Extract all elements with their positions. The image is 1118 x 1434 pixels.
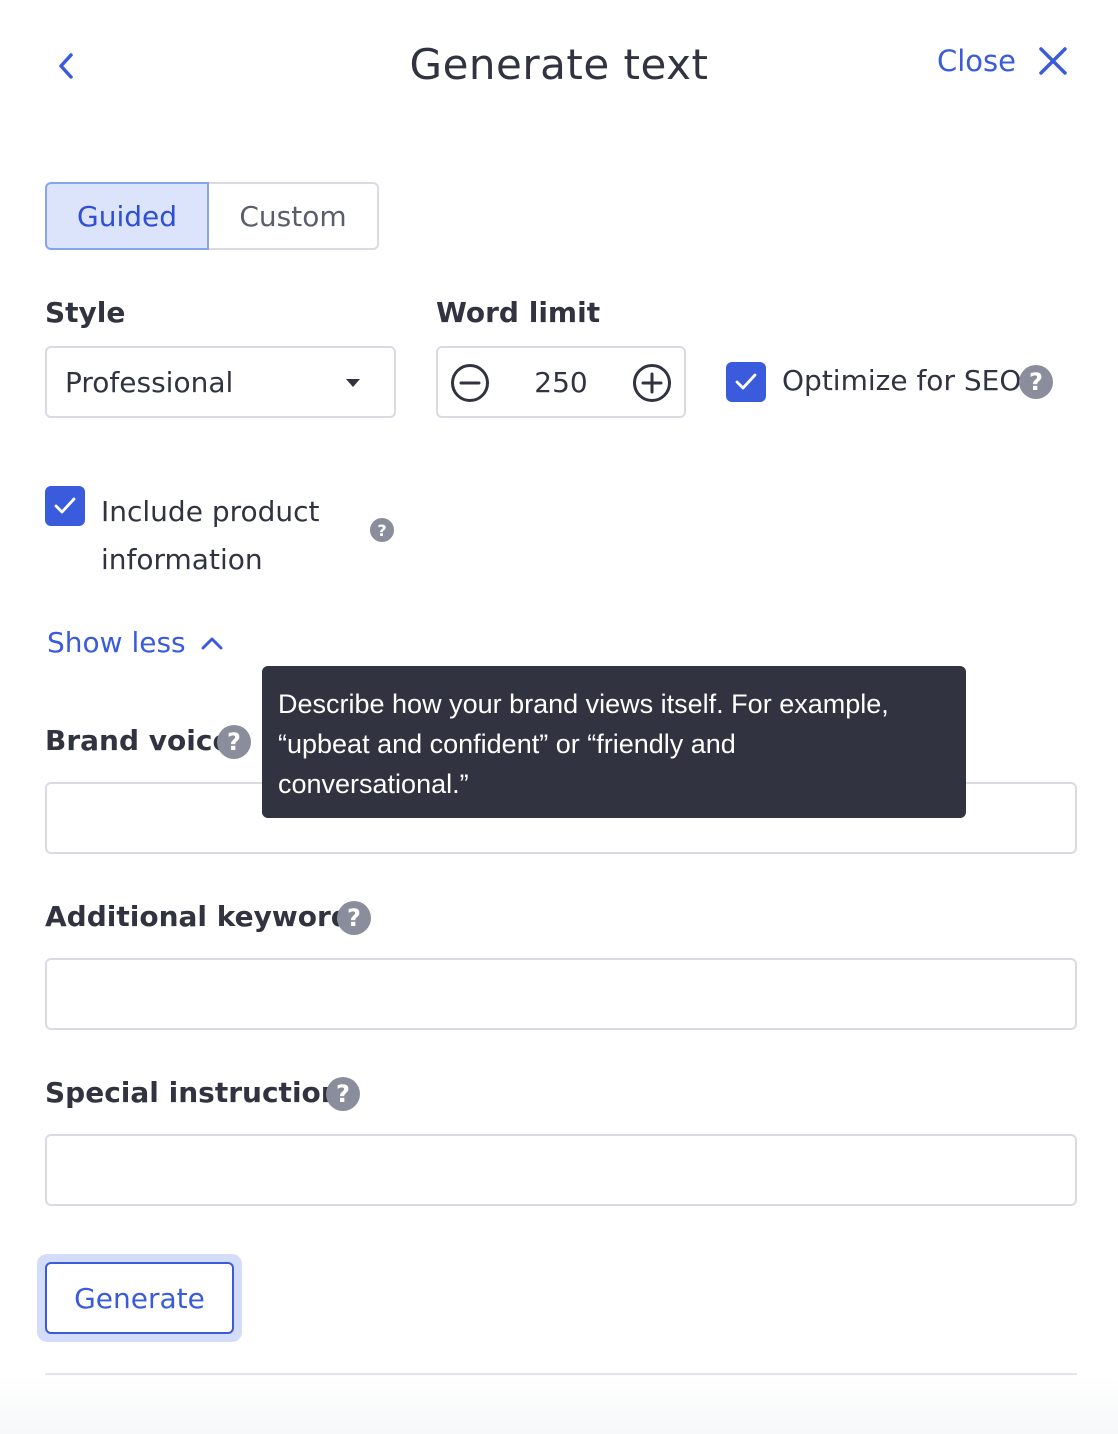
close-button[interactable]: Close — [937, 44, 1068, 78]
special-instructions-input[interactable] — [45, 1134, 1077, 1206]
style-label: Style — [45, 296, 126, 329]
include-product-info-checkbox[interactable] — [45, 486, 85, 526]
brand-voice-label: Brand voice — [45, 724, 232, 757]
help-icon[interactable]: ? — [337, 901, 371, 935]
tooltip-line: conversational.” — [278, 769, 469, 799]
optimize-seo-label: Optimize for SEO — [782, 364, 1022, 397]
chevron-up-icon — [201, 637, 223, 649]
caret-down-icon — [346, 379, 360, 387]
checkmark-icon — [54, 497, 76, 514]
additional-keywords-label: Additional keywords — [45, 900, 368, 933]
tooltip-line: Describe how your brand views itself. Fo… — [278, 689, 889, 719]
help-icon[interactable]: ? — [370, 518, 394, 542]
divider — [45, 1373, 1077, 1375]
help-icon-glyph: ? — [377, 520, 387, 540]
close-icon — [1039, 47, 1067, 75]
include-product-info-label-line1: Include product — [101, 495, 320, 528]
help-icon-glyph: ? — [347, 904, 361, 932]
tab-custom[interactable]: Custom — [209, 182, 379, 250]
help-icon[interactable]: ? — [326, 1077, 360, 1111]
additional-keywords-input[interactable] — [45, 958, 1077, 1030]
word-limit-label: Word limit — [436, 296, 601, 329]
help-icon-glyph: ? — [336, 1080, 350, 1108]
brand-voice-tooltip: Describe how your brand views itself. Fo… — [262, 666, 966, 818]
help-icon-glyph: ? — [1029, 368, 1043, 396]
show-less-link[interactable]: Show less — [47, 626, 224, 659]
footer-area — [0, 1376, 1118, 1434]
tab-guided[interactable]: Guided — [45, 182, 209, 250]
style-selected-value: Professional — [65, 365, 234, 399]
generate-button[interactable]: Generate — [45, 1262, 234, 1334]
help-icon[interactable]: ? — [1019, 365, 1053, 399]
word-limit-stepper: 250 — [436, 346, 686, 418]
style-select[interactable]: Professional — [45, 346, 396, 418]
help-icon-glyph: ? — [227, 728, 241, 756]
plus-circle-icon[interactable] — [632, 363, 672, 403]
generate-text-panel: Generate text Close Guided Custom Style … — [0, 0, 1118, 1434]
tooltip-line: “upbeat and confident” or “friendly and — [278, 729, 736, 759]
include-product-info-label: Include product information — [101, 488, 320, 584]
help-icon[interactable]: ? — [217, 725, 251, 759]
include-product-info-label-line2: information — [101, 543, 263, 576]
close-label: Close — [937, 44, 1016, 78]
mode-toggle: Guided Custom — [45, 182, 379, 250]
checkmark-icon — [735, 373, 757, 390]
optimize-seo-checkbox[interactable] — [726, 362, 766, 402]
special-instructions-label: Special instructions — [45, 1076, 358, 1109]
show-less-label: Show less — [47, 626, 186, 659]
